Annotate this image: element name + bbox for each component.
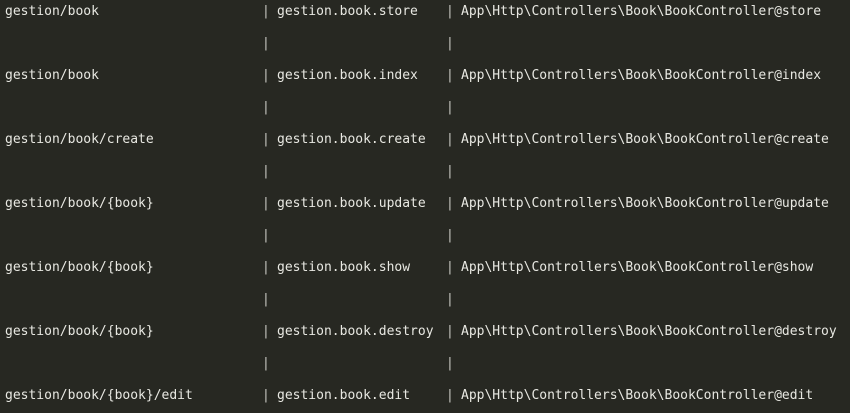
column-separator: | [446, 100, 454, 115]
route-name: gestion.book.index [277, 68, 418, 83]
route-action: App\Http\Controllers\Book\BookController… [461, 260, 814, 275]
route-name: gestion.book.update [277, 196, 426, 211]
separator-row: | | [0, 290, 850, 310]
column-separator: | [262, 228, 270, 243]
separator-row: | | [0, 162, 850, 182]
column-separator: | [446, 356, 454, 371]
route-uri: gestion/book [5, 4, 99, 19]
route-row: gestion/book/create | gestion.book.creat… [0, 130, 850, 150]
route-row: gestion/book | gestion.book.index | App\… [0, 66, 850, 86]
column-separator: | [446, 164, 454, 179]
column-separator: | [446, 196, 454, 211]
column-separator: | [262, 68, 270, 83]
route-row: gestion/book/{book} | gestion.book.destr… [0, 322, 850, 342]
column-separator: | [262, 292, 270, 307]
column-separator: | [262, 36, 270, 51]
route-uri: gestion/book/create [5, 132, 154, 147]
route-row: gestion/book/{book} | gestion.book.updat… [0, 194, 850, 214]
column-separator: | [446, 132, 454, 147]
route-uri: gestion/book/{book} [5, 324, 154, 339]
route-uri: gestion/book/{book}/edit [5, 388, 193, 403]
route-uri: gestion/book/{book} [5, 196, 154, 211]
column-separator: | [262, 388, 270, 403]
column-separator: | [446, 36, 454, 51]
column-separator: | [446, 4, 454, 19]
column-separator: | [262, 132, 270, 147]
route-action: App\Http\Controllers\Book\BookController… [461, 4, 822, 19]
separator-row: | | [0, 34, 850, 54]
route-name: gestion.book.destroy [277, 324, 434, 339]
column-separator: | [262, 100, 270, 115]
route-action: App\Http\Controllers\Book\BookController… [461, 132, 829, 147]
route-name: gestion.book.create [277, 132, 426, 147]
separator-row: | | [0, 354, 850, 374]
column-separator: | [262, 164, 270, 179]
route-action: App\Http\Controllers\Book\BookController… [461, 388, 814, 403]
route-row: gestion/book/{book} | gestion.book.show … [0, 258, 850, 278]
route-row: gestion/book/{book}/edit | gestion.book.… [0, 386, 850, 406]
route-name: gestion.book.store [277, 4, 418, 19]
column-separator: | [262, 196, 270, 211]
column-separator: | [446, 324, 454, 339]
column-separator: | [262, 324, 270, 339]
column-separator: | [446, 292, 454, 307]
route-action: App\Http\Controllers\Book\BookController… [461, 68, 822, 83]
route-uri: gestion/book/{book} [5, 260, 154, 275]
column-separator: | [262, 260, 270, 275]
column-separator: | [262, 4, 270, 19]
route-action: App\Http\Controllers\Book\BookController… [461, 196, 829, 211]
separator-row: | | [0, 98, 850, 118]
route-row: gestion/book | gestion.book.store | App\… [0, 2, 850, 22]
column-separator: | [446, 228, 454, 243]
terminal-window: gestion/book | gestion.book.store | App\… [0, 0, 850, 413]
route-action: App\Http\Controllers\Book\BookController… [461, 324, 837, 339]
route-name: gestion.book.edit [277, 388, 411, 403]
column-separator: | [446, 68, 454, 83]
column-separator: | [446, 260, 454, 275]
column-separator: | [262, 356, 270, 371]
route-name: gestion.book.show [277, 260, 411, 275]
route-uri: gestion/book [5, 68, 99, 83]
column-separator: | [446, 388, 454, 403]
separator-row: | | [0, 226, 850, 246]
